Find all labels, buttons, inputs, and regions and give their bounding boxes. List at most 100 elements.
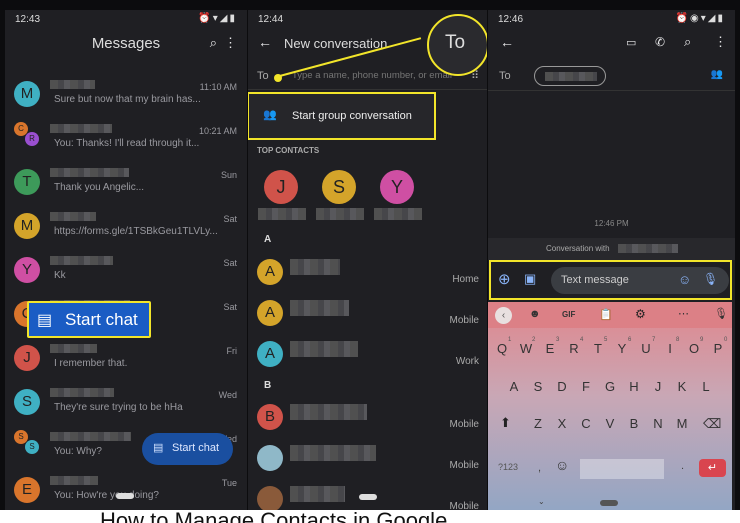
message-time: 11:10 AM bbox=[199, 82, 237, 92]
contact-row[interactable]: A Mobile bbox=[248, 300, 487, 340]
back-arrow-icon[interactable]: ← bbox=[258, 34, 272, 50]
microphone-icon[interactable]: 🎙 bbox=[703, 272, 718, 286]
start-group-conversation-button[interactable]: 👥 Start group conversation bbox=[248, 92, 436, 140]
backspace-icon[interactable]: ⌫ bbox=[703, 416, 721, 432]
to-label: To bbox=[499, 70, 511, 82]
video-call-icon[interactable]: ▭ bbox=[626, 36, 636, 49]
key-r[interactable]: R bbox=[564, 341, 584, 356]
phone-type: Mobile bbox=[449, 419, 479, 430]
home-handle[interactable] bbox=[116, 493, 134, 499]
clipboard-icon[interactable]: 📋 bbox=[599, 308, 613, 321]
message-time: Sat bbox=[223, 302, 237, 312]
collapse-toolbar-icon[interactable]: ‹ bbox=[495, 307, 512, 324]
to-callout-magnifier: To bbox=[427, 14, 487, 76]
conversation-row[interactable]: J I remember that. Fri bbox=[5, 336, 247, 380]
key-w[interactable]: W bbox=[516, 341, 536, 356]
conversation-row[interactable]: M Sure but now that my brain has... 11:10 … bbox=[5, 72, 247, 116]
recipient-input[interactable] bbox=[292, 67, 462, 83]
search-icon[interactable]: ⌕ bbox=[684, 34, 691, 50]
key-b[interactable]: B bbox=[624, 416, 644, 431]
more-options-icon[interactable]: ⋮ bbox=[714, 34, 727, 50]
enter-key-icon[interactable]: ↵ bbox=[699, 459, 726, 477]
avatar: Y bbox=[14, 257, 40, 283]
start-chat-button[interactable]: ▤ Start chat bbox=[142, 433, 233, 465]
key-i[interactable]: I bbox=[660, 341, 680, 356]
search-icon[interactable]: ⌕ bbox=[210, 35, 217, 51]
message-preview: They're sure trying to be hHa bbox=[54, 402, 183, 413]
contact-row[interactable]: B Mobile bbox=[248, 404, 487, 444]
key-f[interactable]: F bbox=[576, 379, 596, 394]
more-options-icon[interactable]: ⋮ bbox=[224, 35, 237, 51]
key-s[interactable]: S bbox=[528, 379, 548, 394]
add-attachment-icon[interactable]: ⊕ bbox=[498, 270, 511, 288]
key-l[interactable]: L bbox=[696, 379, 716, 394]
voice-input-icon[interactable]: 🎙 bbox=[714, 307, 728, 320]
key-d[interactable]: D bbox=[552, 379, 572, 394]
status-time: 12:46 bbox=[498, 14, 524, 25]
top-contact-avatar[interactable]: Y bbox=[380, 170, 414, 204]
comma-key[interactable]: , bbox=[538, 462, 541, 474]
key-m[interactable]: M bbox=[672, 416, 692, 431]
shift-icon[interactable]: ⬆ bbox=[500, 415, 511, 431]
conversation-row[interactable]: Y Kk Sat bbox=[5, 248, 247, 292]
avatar: T bbox=[14, 169, 40, 195]
avatar: M bbox=[14, 213, 40, 239]
more-icon[interactable]: ⋯ bbox=[678, 307, 689, 320]
conversation-row[interactable]: T Thank you Angelic... Sun bbox=[5, 160, 247, 204]
contact-name-redacted bbox=[50, 124, 112, 133]
avatar: J bbox=[14, 345, 40, 371]
hide-keyboard-icon[interactable]: ⌄ bbox=[538, 497, 545, 506]
message-preview: Sure but now that my brain has... bbox=[54, 94, 201, 105]
key-j[interactable]: J bbox=[648, 379, 668, 394]
key-h[interactable]: H bbox=[624, 379, 644, 394]
key-z[interactable]: Z bbox=[528, 416, 548, 431]
recipient-chip[interactable] bbox=[534, 66, 606, 86]
emoji-key-icon[interactable]: ☺ bbox=[555, 457, 569, 473]
key-t[interactable]: T bbox=[588, 341, 608, 356]
avatar: E bbox=[14, 477, 40, 503]
key-g[interactable]: G bbox=[600, 379, 620, 394]
divider bbox=[488, 90, 735, 91]
contact-row[interactable]: A Home bbox=[248, 259, 487, 299]
gif-button[interactable]: GIF bbox=[562, 310, 575, 319]
top-contact-avatar[interactable]: S bbox=[322, 170, 356, 204]
key-o[interactable]: O bbox=[684, 341, 704, 356]
top-contact-name-redacted bbox=[374, 208, 422, 220]
key-e[interactable]: E bbox=[540, 341, 560, 356]
gallery-icon[interactable]: ▣ bbox=[524, 271, 536, 287]
contact-row[interactable]: A Work bbox=[248, 341, 487, 381]
emoji-icon[interactable]: ☺ bbox=[678, 272, 691, 287]
key-number-hint: 1 bbox=[508, 337, 512, 343]
conversation-row[interactable]: Mhttps://forms.gle/1TSBkGeu1TLVLy... Sat bbox=[5, 204, 247, 248]
contact-row[interactable]: Mobile bbox=[248, 445, 487, 485]
message-time: Wed bbox=[218, 390, 237, 400]
home-handle[interactable] bbox=[600, 500, 618, 506]
period-key[interactable]: . bbox=[681, 460, 684, 472]
add-people-icon[interactable]: 👥 bbox=[711, 69, 723, 80]
key-u[interactable]: U bbox=[636, 341, 656, 356]
conversation-row[interactable]: E You: How're you doing? Tue bbox=[5, 468, 247, 510]
settings-icon[interactable]: ⚙ bbox=[635, 307, 646, 321]
key-p[interactable]: P bbox=[708, 341, 728, 356]
key-k[interactable]: K bbox=[672, 379, 692, 394]
top-contact-avatar[interactable]: J bbox=[264, 170, 298, 204]
conversation-row[interactable]: C R You: Thanks! I'll read through it... 10… bbox=[5, 116, 247, 160]
key-v[interactable]: V bbox=[600, 416, 620, 431]
sticker-icon[interactable]: ☻ bbox=[529, 308, 541, 320]
symbols-key[interactable]: ?123 bbox=[498, 462, 518, 472]
text-message-input[interactable]: Text message ☺ 🎙 bbox=[551, 267, 729, 294]
home-handle[interactable] bbox=[359, 494, 377, 500]
key-q[interactable]: Q bbox=[492, 341, 512, 356]
key-x[interactable]: X bbox=[552, 416, 572, 431]
back-arrow-icon[interactable]: ← bbox=[500, 34, 514, 50]
messages-screen: 12:43 ⏰▾◢▮ Messages ⌕ ⋮ M Sure but now th… bbox=[5, 10, 247, 510]
key-y[interactable]: Y bbox=[612, 341, 632, 356]
key-c[interactable]: C bbox=[576, 416, 596, 431]
key-n[interactable]: N bbox=[648, 416, 668, 431]
conversation-row[interactable]: S They're sure trying to be hHa Wed bbox=[5, 380, 247, 424]
key-number-hint: 3 bbox=[556, 337, 560, 343]
avatar: S bbox=[25, 440, 39, 454]
phone-icon[interactable]: ✆ bbox=[655, 35, 665, 49]
key-a[interactable]: A bbox=[504, 379, 524, 394]
space-bar[interactable] bbox=[580, 459, 664, 479]
